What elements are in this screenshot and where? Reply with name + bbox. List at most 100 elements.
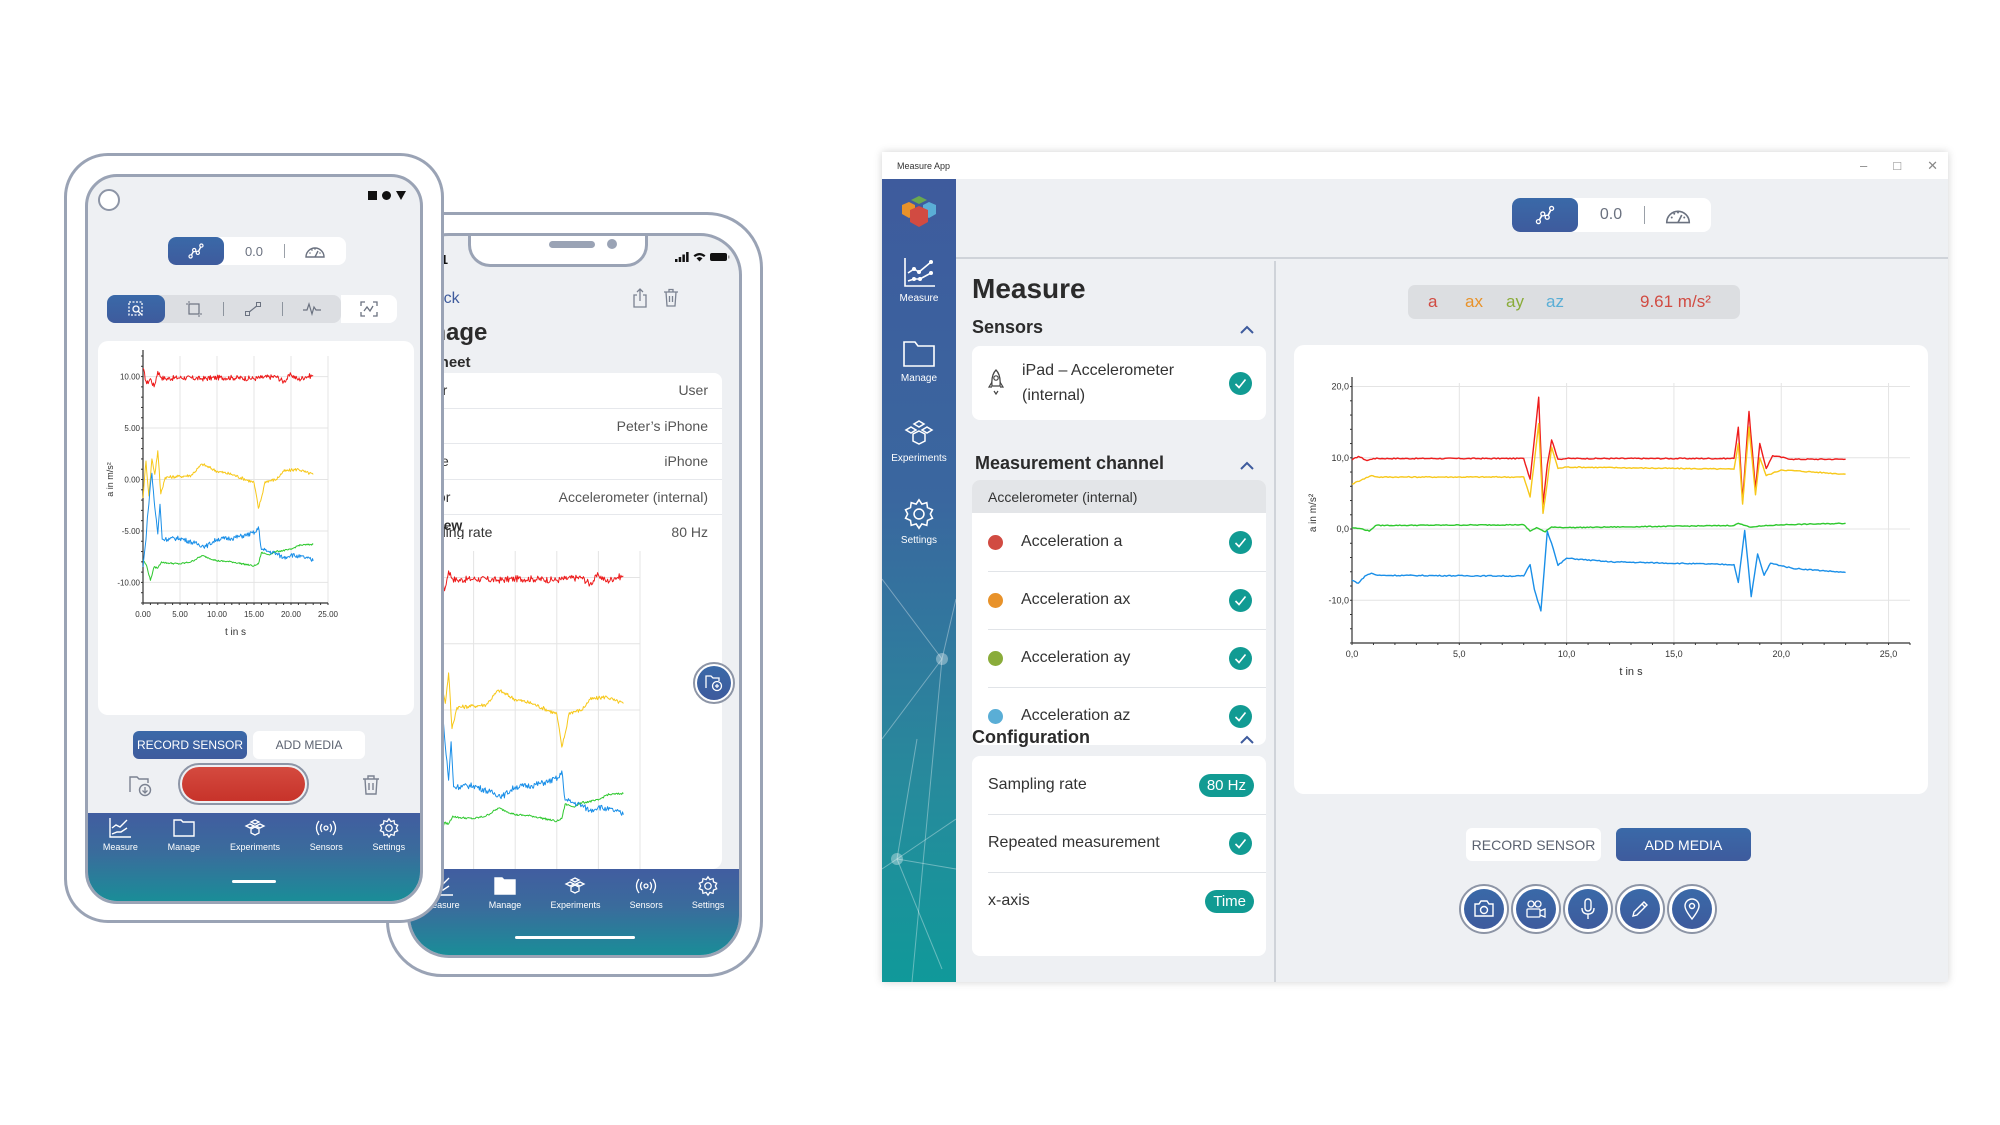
- graph-mode-button[interactable]: [1512, 198, 1578, 232]
- add-to-folder-button[interactable]: [693, 662, 735, 704]
- y-tick-label: 10,0: [1331, 453, 1349, 463]
- channel-row[interactable]: Acceleration ay: [972, 629, 1266, 687]
- config-value-pill[interactable]: Time: [1205, 889, 1254, 913]
- experiments-icon: [244, 819, 266, 836]
- auto-scale-tool[interactable]: [341, 295, 397, 323]
- readout-az[interactable]: az: [1546, 292, 1564, 312]
- record-sensor-button[interactable]: RECORD SENSOR: [133, 731, 247, 759]
- graph-mode-button[interactable]: [168, 237, 224, 265]
- check-icon[interactable]: [1229, 588, 1252, 612]
- zoom-select-tool[interactable]: [107, 295, 165, 323]
- series-line-a: [142, 368, 314, 388]
- readout-a[interactable]: a: [1428, 292, 1437, 312]
- x-tick-label: 5.00: [172, 610, 188, 619]
- sidebar-item-manage[interactable]: Manage: [882, 339, 956, 384]
- chart-toolbar: [107, 295, 397, 323]
- tab-settings[interactable]: Settings: [373, 817, 405, 901]
- tab-label: Manage: [167, 842, 201, 852]
- check-icon[interactable]: [1229, 704, 1252, 728]
- channel-row[interactable]: Acceleration a: [972, 513, 1266, 571]
- gauge-mode-button[interactable]: [1645, 205, 1711, 225]
- location-button[interactable]: [1667, 884, 1717, 934]
- fit-tool[interactable]: [165, 295, 223, 323]
- chevron-up-icon[interactable]: [1240, 323, 1254, 337]
- sensor-item[interactable]: iPad – Accelerometer (internal): [972, 346, 1266, 420]
- gauge-icon: [1665, 210, 1691, 224]
- pencil-button[interactable]: [1615, 884, 1665, 934]
- x-tick-label: 15.00: [244, 610, 265, 619]
- maximize-button[interactable]: □: [1893, 158, 1901, 173]
- acceleration-chart[interactable]: 0.00 5.00 10.00 15.00 20.00 25.00 10.00 5.00 0.0…: [98, 341, 414, 715]
- y-tick-label: 0,0: [1336, 524, 1349, 534]
- home-indicator: [232, 880, 276, 883]
- close-button[interactable]: ✕: [1927, 158, 1938, 174]
- tab-manage[interactable]: Manage: [489, 875, 521, 955]
- channel-color-dot: [988, 650, 1003, 666]
- chevron-up-icon[interactable]: [1240, 733, 1254, 747]
- chevron-up-icon[interactable]: [1240, 459, 1254, 473]
- trash-icon[interactable]: [360, 774, 382, 796]
- check-icon[interactable]: [1229, 530, 1252, 554]
- config-row-repeated[interactable]: Repeated measurement: [972, 814, 1266, 872]
- minimize-button[interactable]: –: [1860, 158, 1867, 173]
- share-icon[interactable]: [632, 288, 648, 308]
- value-mode-button[interactable]: 0.0: [1578, 206, 1644, 224]
- sidebar-item-experiments[interactable]: Experiments: [882, 419, 956, 464]
- x-tick-label: 25,0: [1880, 649, 1898, 659]
- tab-manage[interactable]: Manage: [167, 817, 201, 901]
- tab-sensors[interactable]: Sensors: [310, 817, 343, 901]
- check-icon[interactable]: [1229, 371, 1252, 395]
- config-value-pill[interactable]: 80 Hz: [1198, 773, 1254, 797]
- chart-card: 0.00 5.00 10.00 15.00 20.00 25.00 10.00 5.00 0.0…: [98, 341, 414, 715]
- tab-label: Experiments: [229, 842, 280, 852]
- folder-icon: [903, 341, 935, 367]
- record-sensor-button[interactable]: RECORD SENSOR: [1466, 828, 1601, 861]
- save-folder-icon[interactable]: [128, 772, 154, 798]
- value-readout: a ax ay az 9.61 m/s²: [1408, 285, 1740, 319]
- sensors-icon: [636, 878, 657, 894]
- cellular-signal-icon: [675, 252, 689, 262]
- microphone-button[interactable]: [1563, 884, 1613, 934]
- diagram-chart[interactable]: 10.005.000.00: [407, 539, 722, 870]
- mode-switch: 0.0: [1512, 198, 1711, 232]
- sensors-icon: [316, 820, 337, 836]
- sidebar-item-measure[interactable]: Measure: [882, 257, 956, 304]
- x-tick-label: 10,0: [1558, 649, 1576, 659]
- add-media-button[interactable]: ADD MEDIA: [253, 731, 365, 759]
- acceleration-chart[interactable]: 0,0 5,0 10,0 15,0 20,0 25,0 20,0 10,0 0,0 -10,0 t …: [1294, 345, 1928, 794]
- sidebar-item-settings[interactable]: Settings: [882, 497, 956, 546]
- tab-sensors[interactable]: Sensors: [630, 875, 663, 955]
- info-value: User: [678, 382, 708, 399]
- gear-icon: [379, 817, 399, 839]
- config-row-x-axis[interactable]: x-axis Time: [972, 872, 1266, 930]
- channel-label: Acceleration ay: [1021, 649, 1131, 666]
- camera-button[interactable]: [1459, 884, 1509, 934]
- add-media-button[interactable]: ADD MEDIA: [1616, 828, 1751, 861]
- y-tick-label: -10,0: [1328, 595, 1349, 605]
- mode-switch: 0.0: [168, 237, 346, 265]
- gauge-mode-button[interactable]: [285, 243, 345, 259]
- video-button[interactable]: [1511, 884, 1561, 934]
- channel-color-dot: [988, 708, 1003, 724]
- config-row-sampling-rate[interactable]: Sampling rate 80 Hz: [972, 756, 1266, 814]
- y-tick-label: 5.00: [124, 424, 140, 433]
- check-icon[interactable]: [1229, 831, 1252, 855]
- tab-experiments[interactable]: Experiments: [550, 875, 601, 955]
- channel-row[interactable]: Acceleration ax: [972, 571, 1266, 629]
- sidebar-label: Measure: [899, 293, 939, 304]
- tab-experiments[interactable]: Experiments: [230, 817, 280, 901]
- info-row: DeviceiPhone: [410, 444, 722, 480]
- tab-measure[interactable]: Measure: [103, 817, 138, 901]
- signal-tool[interactable]: [283, 295, 341, 323]
- autoscale-icon: [360, 301, 378, 317]
- series-line-az: [1351, 529, 1846, 612]
- slope-tool[interactable]: [224, 295, 282, 323]
- y-axis-label: a in m/s²: [1308, 493, 1319, 532]
- tab-settings[interactable]: Settings: [692, 875, 724, 955]
- readout-ax[interactable]: ax: [1465, 292, 1483, 312]
- record-button[interactable]: [178, 763, 309, 805]
- value-mode-button[interactable]: 0.0: [224, 244, 284, 259]
- readout-ay[interactable]: ay: [1506, 292, 1524, 312]
- check-icon[interactable]: [1229, 646, 1252, 670]
- trash-icon[interactable]: [662, 288, 680, 308]
